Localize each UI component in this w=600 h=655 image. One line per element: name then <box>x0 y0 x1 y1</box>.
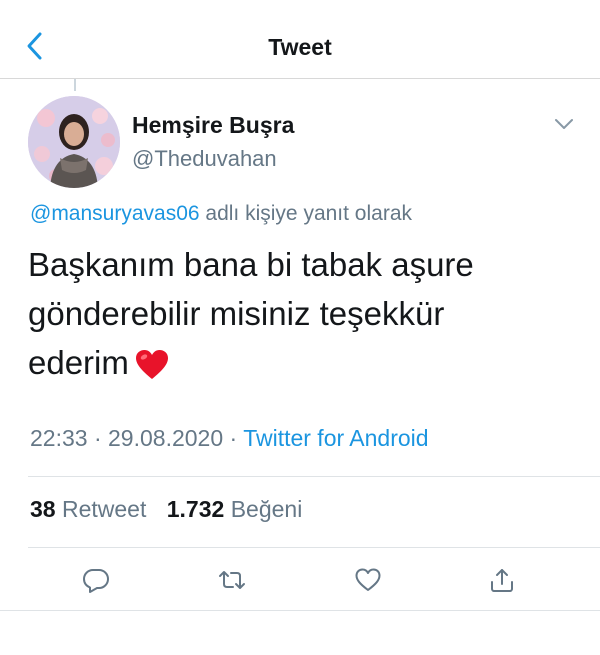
meta-separator: · <box>229 425 238 451</box>
tweet-stats: 38 Retweet 1.732 Beğeni <box>30 496 302 523</box>
tweet-time: 22:33 <box>30 425 88 451</box>
divider <box>0 610 600 611</box>
like-count[interactable]: 1.732 <box>167 496 225 522</box>
tweet-detail-screen: Tweet Hemşire Buşra @Theduvahan @mansury… <box>0 0 600 655</box>
top-bar: Tweet <box>0 0 600 79</box>
action-bar <box>0 548 600 610</box>
thread-connector <box>74 79 76 91</box>
heart-icon <box>355 568 381 591</box>
retweet-label[interactable]: Retweet <box>62 496 146 522</box>
author-name[interactable]: Hemşire Buşra <box>132 112 294 139</box>
tweet-text: Başkanım bana bi tabak aşure gönderebili… <box>28 246 474 381</box>
retweet-button[interactable] <box>216 564 248 596</box>
like-button[interactable] <box>352 564 384 596</box>
author-handle[interactable]: @Theduvahan <box>132 146 277 172</box>
more-options-button[interactable] <box>552 114 576 134</box>
meta-separator: · <box>93 425 102 451</box>
retweet-count[interactable]: 38 <box>30 496 56 522</box>
reply-context-label: adlı kişiye yanıt olarak <box>205 202 413 225</box>
chevron-down-icon <box>555 119 573 129</box>
tweet-date: 29.08.2020 <box>108 425 224 451</box>
divider <box>28 476 600 477</box>
avatar-image <box>28 96 120 188</box>
tweet-meta: 22:33 · 29.08.2020 · Twitter for Android <box>30 425 429 452</box>
tweet-source-link[interactable]: Twitter for Android <box>243 425 428 451</box>
share-button[interactable] <box>486 564 518 596</box>
retweet-icon <box>219 571 245 589</box>
reply-button[interactable] <box>80 564 112 596</box>
like-label[interactable]: Beğeni <box>231 496 303 522</box>
reply-context: @mansuryavas06 adlı kişiye yanıt olarak <box>30 202 412 226</box>
reply-mention-link[interactable]: @mansuryavas06 <box>30 202 200 225</box>
share-icon <box>491 569 513 592</box>
tweet-body: Başkanım bana bi tabak aşure gönderebili… <box>28 240 568 387</box>
page-title: Tweet <box>268 34 332 60</box>
avatar[interactable] <box>28 96 120 188</box>
red-heart-emoji-icon <box>135 345 169 380</box>
comment-icon <box>83 569 109 593</box>
